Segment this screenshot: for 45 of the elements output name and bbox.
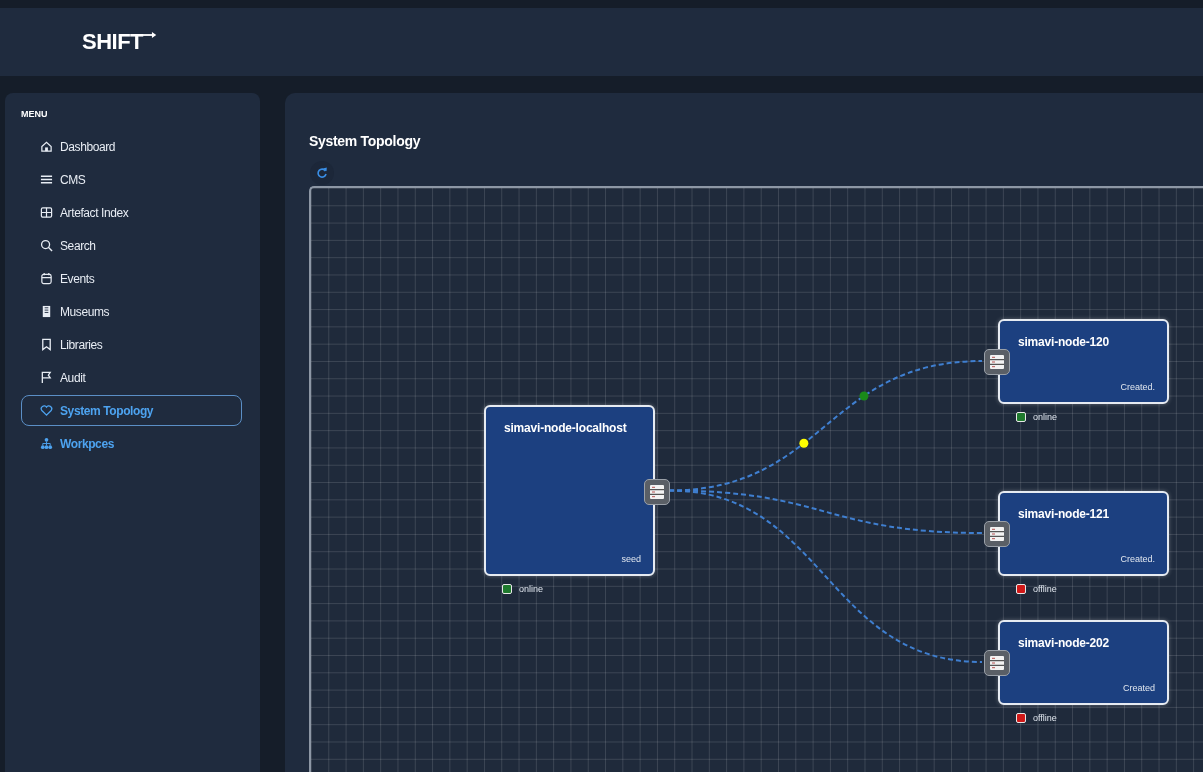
- node-note: Created.: [1120, 382, 1155, 392]
- calendar-icon: [40, 272, 53, 285]
- server-icon: [984, 650, 1010, 676]
- refresh-button[interactable]: [310, 161, 334, 185]
- status-label: offline: [1033, 584, 1057, 594]
- menu-item[interactable]: Artefact Index: [21, 197, 242, 228]
- node-name: simavi-node-202: [1018, 636, 1110, 650]
- menu-item[interactable]: Dashboard: [21, 131, 242, 162]
- node-name: simavi-node-localhost: [504, 421, 627, 435]
- menu-item[interactable]: Events: [21, 263, 242, 294]
- home-icon: [40, 140, 53, 153]
- server-icon: [984, 349, 1010, 375]
- status-label: offline: [1033, 713, 1057, 723]
- page-title: System Topology: [309, 133, 422, 149]
- list-icon: [40, 173, 53, 186]
- logo[interactable]: SHIFT: [82, 29, 144, 55]
- menu-item[interactable]: Libraries: [21, 329, 242, 360]
- node-card[interactable]: simavi-node-localhost seed: [484, 405, 655, 576]
- node-card[interactable]: simavi-node-120 Created.: [998, 319, 1169, 404]
- flag-icon: [40, 371, 53, 384]
- menu-heading: MENU: [21, 109, 49, 119]
- server-icon: [644, 478, 670, 505]
- status-label: online: [1033, 412, 1058, 422]
- node-name: simavi-node-121: [1018, 507, 1110, 521]
- node-name: simavi-node-120: [1018, 335, 1110, 349]
- node-card[interactable]: simavi-node-121 Created.: [998, 491, 1169, 576]
- menu-item[interactable]: Search: [21, 230, 242, 261]
- hierarchy-icon: [40, 437, 53, 450]
- menu-item[interactable]: CMS: [21, 164, 242, 195]
- grid-icon: [40, 206, 53, 219]
- node-note: seed: [621, 554, 641, 564]
- menu-item[interactable]: Museums: [21, 296, 242, 327]
- node-note: Created: [1122, 683, 1155, 693]
- refresh-icon: [316, 167, 328, 179]
- server-icon: [984, 521, 1010, 547]
- menu-item[interactable]: System Topology: [21, 395, 242, 426]
- status-label: online: [519, 584, 544, 594]
- node-note: Created.: [1120, 554, 1155, 564]
- node-card[interactable]: simavi-node-202 Created: [998, 620, 1169, 705]
- heart-icon: [40, 404, 53, 417]
- menu-item[interactable]: Audit: [21, 362, 242, 393]
- menu-item[interactable]: Workpces: [21, 428, 242, 459]
- search-icon: [40, 239, 53, 252]
- building-icon: [40, 305, 53, 318]
- bookmark-icon: [40, 338, 53, 351]
